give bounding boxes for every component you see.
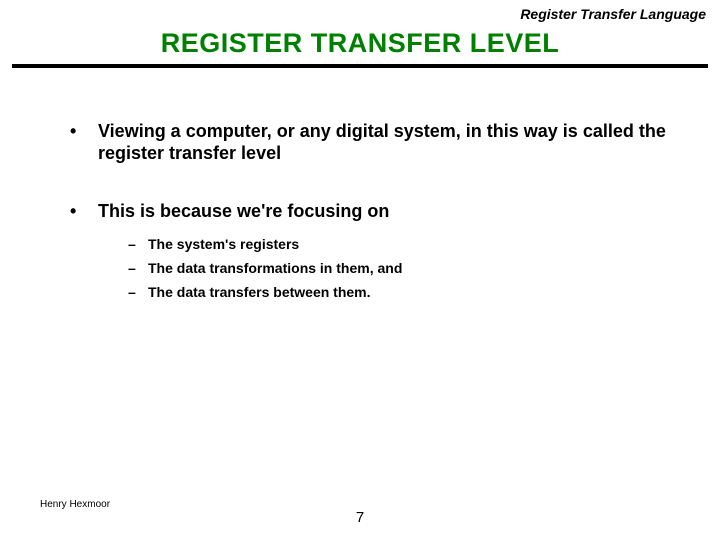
sub-bullet-item: – The system's registers — [128, 234, 680, 254]
slide: Register Transfer Language REGISTER TRAN… — [0, 0, 720, 540]
bullet-item: • Viewing a computer, or any digital sys… — [70, 120, 680, 164]
bullet-text: Viewing a computer, or any digital syste… — [98, 120, 680, 164]
sub-bullet-item: – The data transfers between them. — [128, 282, 680, 302]
sub-bullet-marker: – — [128, 234, 148, 254]
page-number: 7 — [0, 509, 720, 526]
sub-bullet-text: The system's registers — [148, 234, 299, 254]
sub-bullet-text: The data transfers between them. — [148, 282, 371, 302]
course-topic: Register Transfer Language — [520, 6, 706, 22]
sub-bullet-marker: – — [128, 282, 148, 302]
bullet-marker: • — [70, 120, 98, 164]
slide-title: REGISTER TRANSFER LEVEL — [0, 28, 720, 59]
bullet-item: • This is because we're focusing on — [70, 200, 680, 222]
title-underline — [12, 64, 708, 68]
bullet-text: This is because we're focusing on — [98, 200, 389, 222]
sub-bullet-marker: – — [128, 258, 148, 278]
sub-bullet-list: – The system's registers – The data tran… — [128, 234, 680, 302]
sub-bullet-text: The data transformations in them, and — [148, 258, 402, 278]
bullet-marker: • — [70, 200, 98, 222]
slide-body: • Viewing a computer, or any digital sys… — [70, 120, 680, 306]
sub-bullet-item: – The data transformations in them, and — [128, 258, 680, 278]
